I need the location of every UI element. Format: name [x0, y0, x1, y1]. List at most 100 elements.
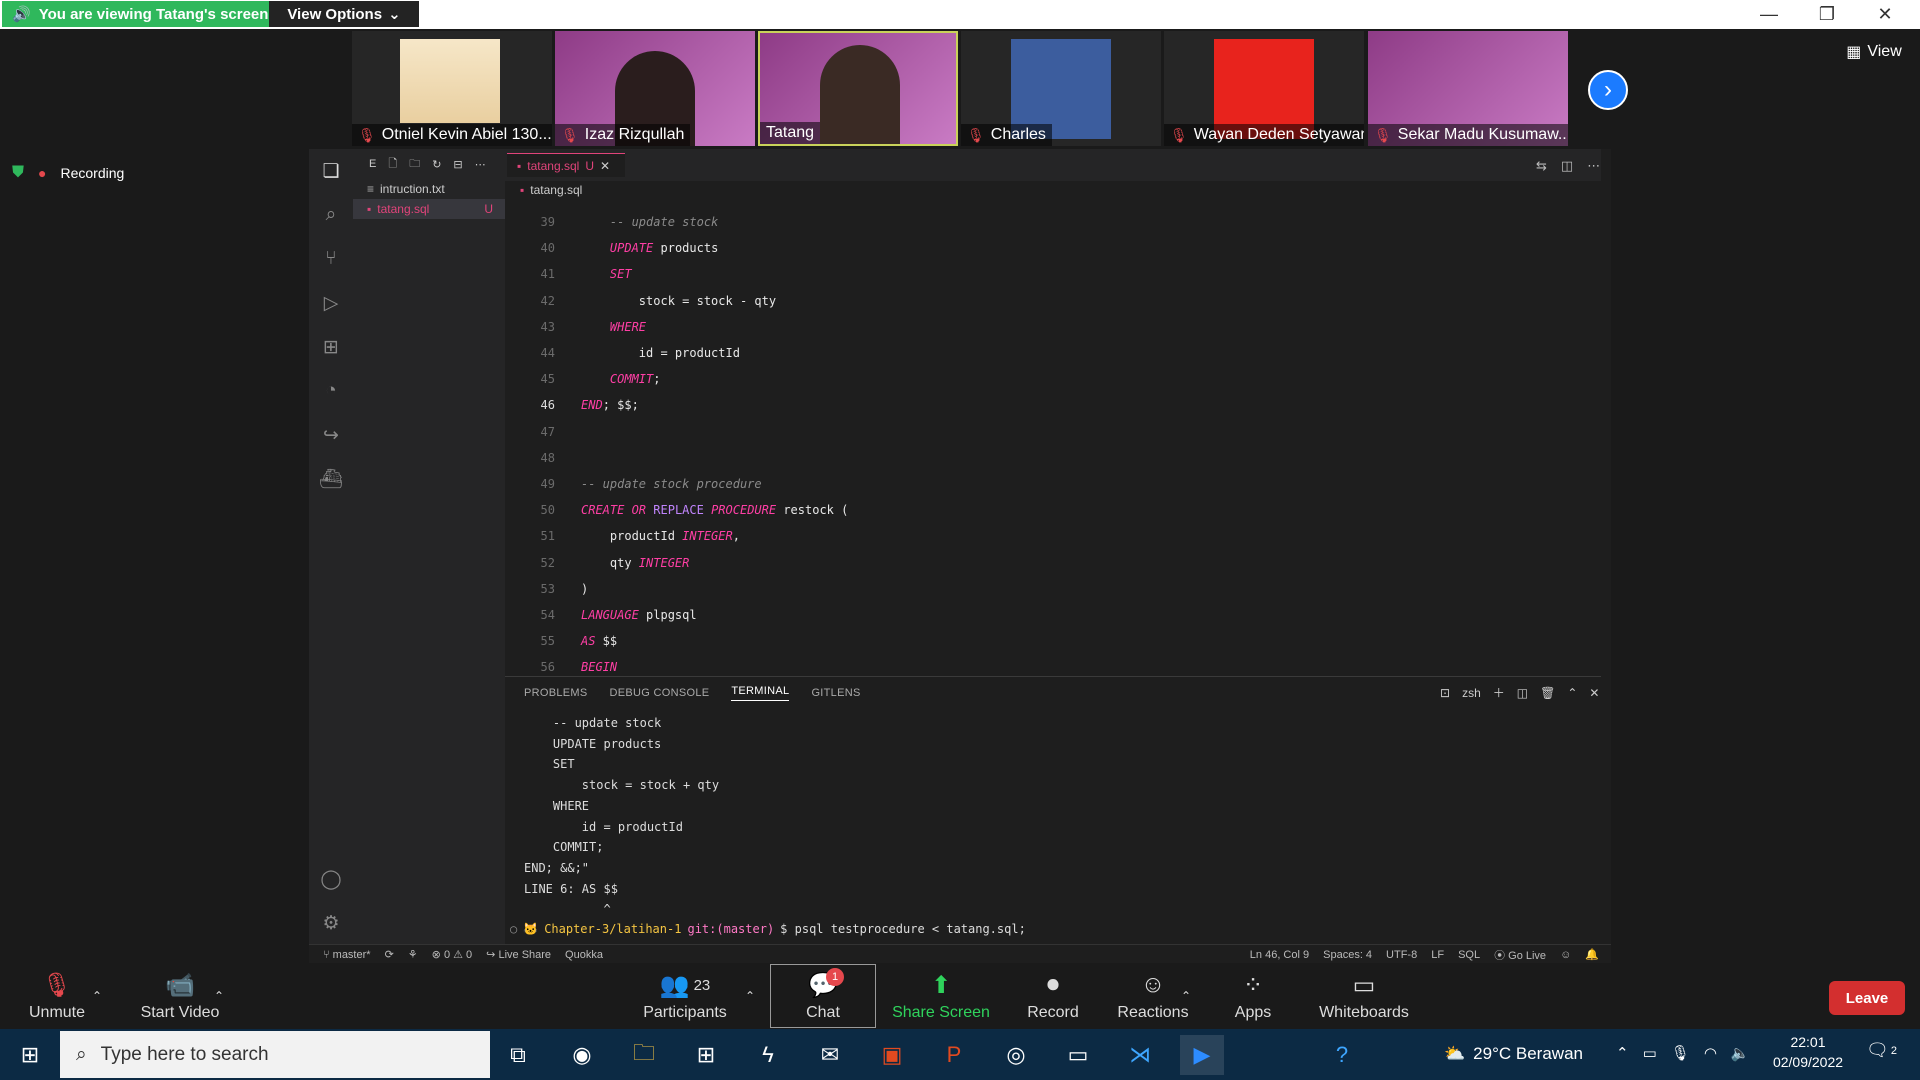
participants-button[interactable]: 👥 23 Participants [640, 964, 730, 1028]
trash-icon[interactable]: 🗑 [1540, 686, 1555, 700]
eol-status[interactable]: LF [1431, 949, 1444, 961]
battery-icon[interactable]: ▭ [1643, 1044, 1657, 1062]
code-line[interactable]: 46 END; $$; [505, 392, 639, 418]
code-line[interactable]: 54 LANGUAGE plpgsql [505, 602, 697, 628]
mail-icon[interactable]: ✉ [808, 1035, 852, 1075]
tab-gitlens[interactable]: GITLENS [811, 687, 860, 699]
view-button[interactable]: ▦ View [1836, 38, 1912, 66]
close-button[interactable]: ✕ [1856, 0, 1914, 29]
participant-tile[interactable]: 🎙 Otniel Kevin Abiel 130... [352, 31, 552, 146]
participant-tile[interactable]: 🎙 Izaz Rizqullah [555, 31, 755, 146]
shell-label[interactable]: zsh [1462, 686, 1481, 700]
weather-widget[interactable]: ⛅ 29°C Berawan [1444, 1044, 1583, 1064]
notifications-button[interactable]: 🗨 2 [1866, 1040, 1897, 1061]
search-icon[interactable]: ⌕ [309, 193, 353, 237]
restore-button[interactable]: ❐ [1798, 0, 1856, 29]
run-debug-icon[interactable]: ▷ [309, 281, 353, 325]
microphone-icon[interactable]: 🎙 [1671, 1044, 1690, 1062]
split-terminal-icon[interactable]: ◫ [1517, 686, 1528, 700]
source-control-icon[interactable]: ⑂ [309, 237, 353, 281]
office-icon[interactable]: ▣ [870, 1035, 914, 1075]
chat-button[interactable]: 💬 Chat [770, 964, 876, 1028]
account-icon[interactable]: ◯ [309, 857, 353, 901]
split-editor-icon[interactable]: ◫ [1561, 158, 1573, 174]
task-view-icon[interactable]: ⧉ [496, 1035, 540, 1075]
audio-options-button[interactable]: ⌃ [90, 964, 104, 1028]
clock[interactable]: 22:01 02/09/2022 [1766, 1034, 1850, 1070]
taskbar-search[interactable]: ⌕ Type here to search [60, 1031, 490, 1078]
video-options-button[interactable]: ⌃ [212, 964, 226, 1028]
leave-button[interactable]: Leave [1829, 981, 1905, 1015]
explorer-icon[interactable]: ❏ [309, 149, 353, 193]
reactions-options-button[interactable]: ⌃ [1179, 964, 1193, 1028]
go-live-status[interactable]: ⦿ Go Live [1494, 947, 1546, 963]
wifi-icon[interactable]: ◠ [1704, 1044, 1717, 1062]
code-line[interactable]: 40 UPDATE products [505, 235, 719, 261]
problems-status[interactable]: ⊗ 0 ⚠ 0 [432, 948, 473, 961]
view-options-button[interactable]: View Options ⌄ [269, 1, 419, 27]
collapse-icon[interactable]: ⊟ [453, 158, 462, 171]
code-line[interactable]: 49 -- update stock procedure [505, 471, 762, 497]
feedback-icon[interactable]: ☺ [1560, 949, 1571, 961]
debug-icon[interactable]: ⚘ [408, 948, 418, 961]
encoding-status[interactable]: UTF-8 [1386, 949, 1417, 961]
terminal-prompt[interactable]: ○ 🐱 Chapter-3/latihan-1 git:(master) $ p… [510, 922, 1026, 936]
volume-icon[interactable]: 🔈 [1731, 1044, 1750, 1062]
maximize-icon[interactable]: ⌃ [1567, 686, 1577, 700]
more-icon[interactable]: ⋯ [475, 158, 486, 171]
plus-icon[interactable]: ＋ [1493, 684, 1505, 701]
code-line[interactable]: 45 COMMIT; [505, 366, 661, 392]
tab-problems[interactable]: PROBLEMS [524, 687, 588, 699]
unmute-button[interactable]: 🎙 Unmute [24, 964, 90, 1028]
breadcrumb[interactable]: ▪ tatang.sql [520, 183, 582, 197]
editor-tab[interactable]: ▪ tatang.sql U ✕ [507, 153, 625, 177]
docker-icon[interactable]: ⛴ [309, 457, 353, 501]
participant-tile[interactable]: 🎙 Charles [961, 31, 1161, 146]
new-folder-icon[interactable]: 🗀 [409, 155, 420, 174]
cursor-position[interactable]: Ln 46, Col 9 [1250, 949, 1309, 961]
close-icon[interactable]: ✕ [1589, 686, 1599, 700]
chevron-up-icon[interactable]: ⌃ [1616, 1044, 1629, 1062]
indent-status[interactable]: Spaces: 4 [1323, 949, 1372, 961]
participant-tile-active[interactable]: Tatang [758, 31, 958, 146]
code-line[interactable]: 51 productId INTEGER, [505, 523, 740, 549]
edge-icon[interactable]: ◉ [560, 1035, 604, 1075]
explorer-file[interactable]: ≡ intruction.txt [353, 179, 505, 199]
live-share-status[interactable]: ↪ Live Share [486, 948, 551, 961]
code-line[interactable]: 41 SET [505, 261, 632, 287]
more-icon[interactable]: ⋯ [1587, 158, 1600, 174]
refresh-icon[interactable]: ↻ [432, 158, 441, 171]
code-line[interactable]: 44 id = productId [505, 340, 740, 366]
live-share-icon[interactable]: ↪ [309, 413, 353, 457]
whiteboards-button[interactable]: ▭ Whiteboards [1316, 964, 1412, 1028]
explorer-file-selected[interactable]: ▪ tatang.sql U [353, 199, 505, 219]
quokka-status[interactable]: Quokka [565, 949, 603, 961]
code-line[interactable]: 53) [505, 576, 589, 602]
new-file-icon[interactable]: 🗋 [388, 155, 397, 174]
tab-debug-console[interactable]: DEBUG CONSOLE [610, 687, 710, 699]
code-line[interactable]: 43 WHERE [505, 314, 646, 340]
share-screen-button[interactable]: ⬆ Share Screen [891, 964, 991, 1028]
powerpoint-icon[interactable]: P [932, 1035, 976, 1075]
participants-options-button[interactable]: ⌃ [743, 964, 757, 1028]
apps-button[interactable]: ⁘ Apps [1228, 964, 1278, 1028]
reactions-button[interactable]: ☺ Reactions [1117, 964, 1188, 1028]
sync-icon[interactable]: ⟳ [385, 948, 394, 961]
chrome-icon[interactable]: ◎ [994, 1035, 1038, 1075]
tab-terminal[interactable]: TERMINAL [731, 685, 790, 701]
bell-icon[interactable]: 🔔 [1585, 948, 1599, 961]
code-line[interactable]: 39 -- update stock [505, 209, 719, 235]
compare-icon[interactable]: ⇆ [1536, 158, 1547, 174]
minimize-button[interactable]: — [1740, 0, 1798, 29]
zoom-icon[interactable]: ▶ [1180, 1035, 1224, 1075]
code-line[interactable]: 55 AS $$ [505, 628, 618, 654]
code-line[interactable]: 42 stock = stock - qty [505, 288, 777, 314]
terminal-icon[interactable]: ▭ [1056, 1035, 1100, 1075]
code-line[interactable]: 52 qty INTEGER [505, 550, 690, 576]
timeline-icon[interactable]: ◔ [309, 369, 353, 413]
vscode-icon[interactable]: ⋊ [1118, 1035, 1162, 1075]
code-line[interactable]: 47 [505, 419, 581, 445]
next-page-button[interactable]: › [1588, 70, 1628, 110]
lightning-app-icon[interactable]: ϟ [746, 1035, 790, 1075]
code-line[interactable]: 50 CREATE OR REPLACE PROCEDURE restock ( [505, 497, 849, 523]
